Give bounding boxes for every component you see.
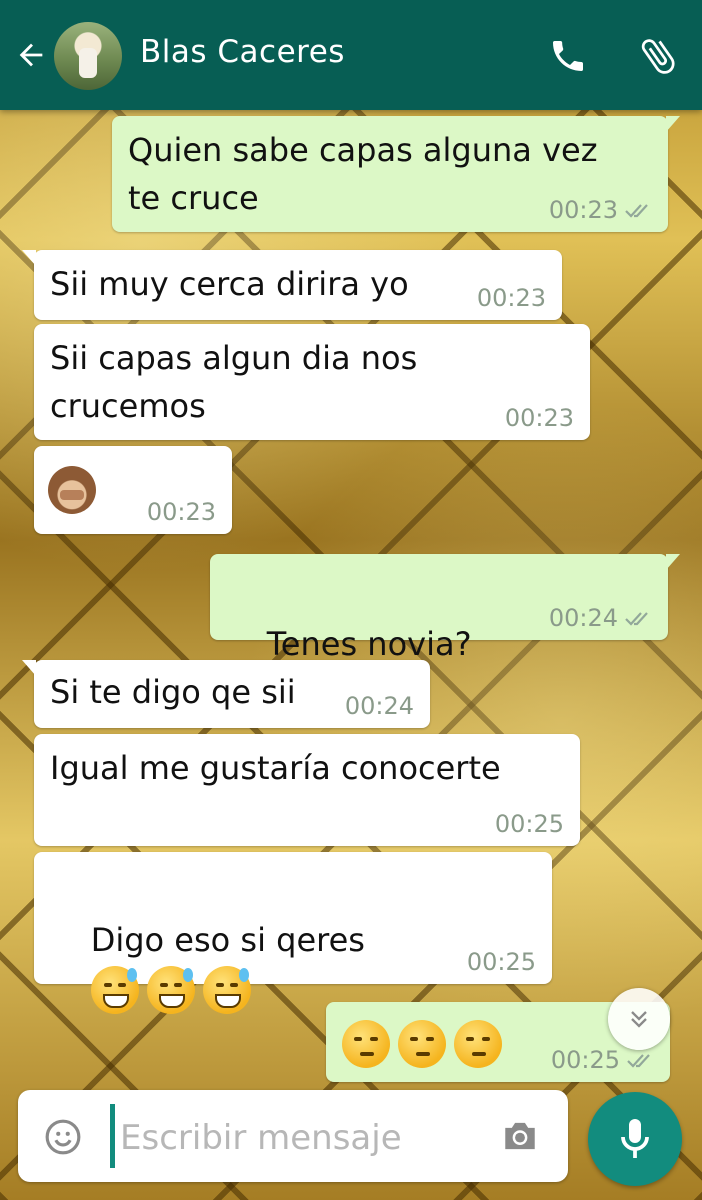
message-text: Quien sabe capas alguna vez te cruce [128, 131, 598, 217]
message-text-content: Tenes novia? [266, 625, 472, 663]
message-text: Igual me gustaría conocerte [50, 749, 501, 787]
avatar[interactable] [54, 22, 122, 90]
bubble-tail [22, 660, 36, 676]
camera-icon[interactable] [500, 1118, 540, 1154]
unamused-face-icon [398, 1020, 446, 1068]
message-bubble-incoming[interactable]: Si te digo qe sii 00:24 [22, 660, 430, 728]
chevron-down-icon [631, 1011, 647, 1028]
unamused-face-icon [454, 1020, 502, 1068]
message-bubble-incoming[interactable]: Sii muy cerca dirira yo 00:23 [22, 250, 562, 320]
double-check-icon [625, 612, 648, 626]
message-time: 00:24 [344, 692, 414, 720]
contact-name[interactable]: Blas Caceres [140, 34, 345, 70]
unamused-face-icon [342, 1020, 390, 1068]
message-text: Sii muy cerca dirira yo [50, 265, 409, 303]
message-text: Si te digo qe sii [50, 673, 296, 711]
paperclip-icon[interactable] [636, 34, 680, 78]
message-bubble-incoming[interactable]: Sii capas algun dia nos crucemos 00:23 [34, 324, 590, 440]
double-check-icon [625, 204, 648, 218]
message-time: 00:23 [504, 404, 574, 432]
grinning-sweat-icon [146, 966, 195, 1014]
phone-icon[interactable] [548, 36, 588, 76]
bubble-tail [666, 116, 680, 132]
message-text-content: Digo eso si qeres [90, 921, 365, 959]
message-time: 00:24 [548, 604, 618, 632]
chat-header: Blas Caceres [0, 0, 702, 110]
bubble-tail [22, 250, 36, 266]
message-bubble-outgoing[interactable]: Tenes novia? 00:24 [210, 554, 680, 718]
message-input[interactable] [118, 1108, 492, 1168]
message-time: 00:23 [476, 284, 546, 312]
microphone-button[interactable] [588, 1092, 682, 1186]
message-time: 00:25 [550, 1046, 620, 1074]
message-bubble-incoming[interactable]: 00:23 [34, 446, 232, 534]
message-text: Sii capas algun dia nos crucemos [50, 339, 418, 425]
emoji-icon[interactable] [44, 1118, 82, 1156]
microphone-icon [621, 1119, 649, 1158]
grinning-sweat-icon [90, 966, 139, 1014]
message-bubble-outgoing[interactable]: Quien sabe capas alguna vez te cruce 00:… [112, 116, 680, 232]
double-check-icon [627, 1054, 650, 1068]
see-no-evil-monkey-icon [48, 466, 96, 514]
message-bubble-incoming[interactable]: Digo eso si qeres 00:25 [34, 852, 552, 1014]
message-text: Digo eso si qeres [50, 868, 365, 1062]
message-composer [18, 1090, 568, 1182]
message-time: 00:25 [466, 948, 536, 976]
message-time: 00:23 [548, 196, 618, 224]
back-arrow-icon[interactable] [14, 38, 48, 72]
grinning-sweat-icon [202, 966, 251, 1014]
text-cursor [110, 1104, 115, 1168]
scroll-to-bottom-button[interactable] [608, 988, 670, 1050]
message-time: 00:23 [146, 498, 216, 526]
message-bubble-incoming[interactable]: Igual me gustaría conocerte 00:25 [34, 734, 580, 846]
bubble-tail [666, 554, 680, 570]
message-time: 00:25 [494, 810, 564, 838]
